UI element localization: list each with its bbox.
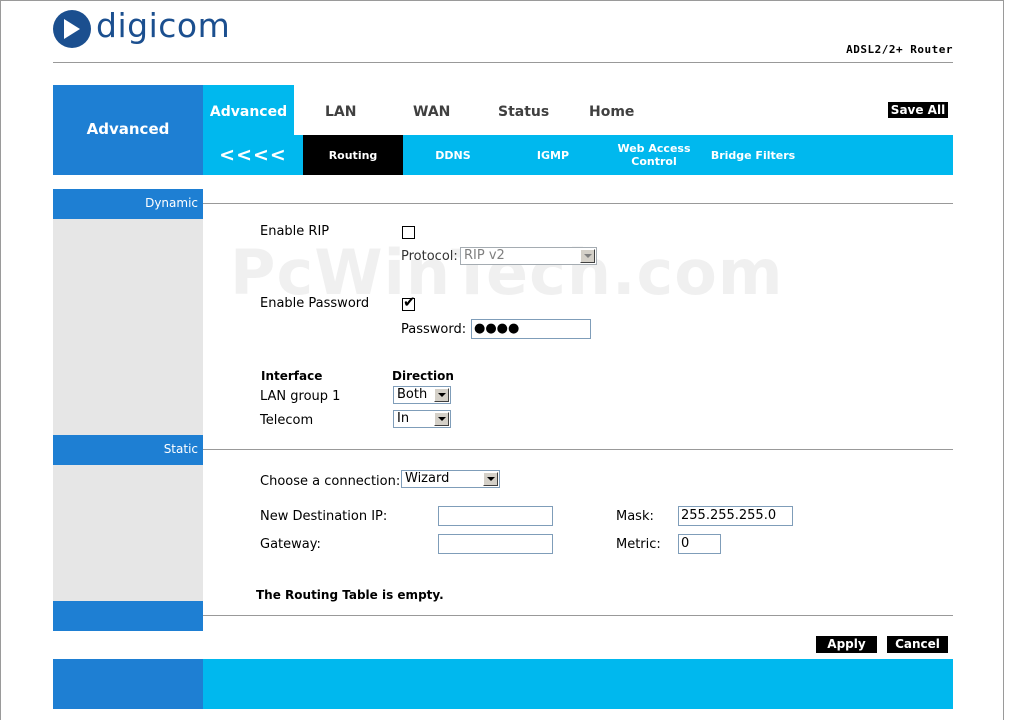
direction-header: Direction	[392, 369, 454, 383]
interface-name: Telecom	[260, 413, 314, 428]
bottom-divider	[203, 615, 953, 616]
subtab-web-access-control[interactable]: Web Access Control	[603, 135, 705, 175]
dynamic-divider	[203, 203, 953, 204]
direction-select-value: In	[397, 411, 410, 426]
chevron-down-icon	[434, 388, 449, 402]
connection-select-value: Wizard	[405, 471, 450, 486]
save-all-button[interactable]: Save All	[888, 102, 948, 118]
interface-name: LAN group 1	[260, 389, 341, 404]
gateway-label: Gateway:	[260, 537, 321, 552]
destination-ip-input[interactable]	[438, 506, 553, 526]
enable-password-label: Enable Password	[260, 296, 370, 311]
sidebar-header-dynamic: Dynamic	[53, 189, 203, 219]
nav-section-label: Advanced	[86, 120, 170, 138]
tab-advanced-label[interactable]: Advanced	[203, 104, 294, 120]
protocol-select-value: RIP v2	[464, 248, 505, 263]
password-input[interactable]: ●●●●	[471, 319, 591, 339]
choose-connection-label: Choose a connection:	[260, 474, 401, 489]
chevron-down-icon	[580, 249, 595, 263]
brand-logo-text: digicom	[96, 6, 231, 45]
product-subtitle: ADSL2/2+ Router	[846, 43, 953, 56]
enable-rip-label: Enable RIP	[260, 224, 330, 239]
window-border-left	[0, 0, 1, 720]
destination-ip-label: New Destination IP:	[260, 509, 388, 524]
routing-table-message: The Routing Table is empty.	[256, 588, 444, 602]
mask-label: Mask:	[616, 509, 654, 524]
chevron-down-icon	[483, 472, 498, 486]
tab-wan[interactable]: WAN	[413, 104, 450, 120]
interface-header: Interface	[261, 369, 323, 383]
subtab-bridge-filters[interactable]: Bridge Filters	[703, 135, 803, 175]
protocol-select[interactable]: RIP v2	[460, 247, 597, 265]
subtab-ddns[interactable]: DDNS	[403, 135, 503, 175]
subnav-back-button[interactable]: <<<<	[203, 135, 303, 175]
subtab-routing[interactable]: Routing	[303, 135, 403, 175]
sidebar-panel	[53, 189, 203, 631]
apply-button[interactable]: Apply	[816, 636, 877, 653]
direction-select-value: Both	[397, 387, 428, 402]
sidebar-footer-block	[53, 601, 203, 631]
tab-home[interactable]: Home	[589, 104, 634, 120]
subtab-igmp[interactable]: IGMP	[503, 135, 603, 175]
sidebar-header-static: Static	[53, 435, 203, 465]
enable-rip-checkbox[interactable]	[402, 226, 415, 239]
header-divider	[53, 62, 953, 63]
mask-input[interactable]: 255.255.255.0	[678, 506, 793, 526]
scrollbar-track[interactable]	[1003, 0, 1022, 720]
tab-status[interactable]: Status	[498, 104, 549, 120]
chevron-down-icon	[434, 412, 449, 426]
metric-input[interactable]: 0	[678, 534, 721, 554]
cancel-button[interactable]: Cancel	[887, 636, 948, 653]
tab-lan[interactable]: LAN	[325, 104, 356, 120]
window-border-top	[0, 0, 1022, 1]
footer-block-right	[203, 659, 953, 709]
enable-password-checkbox[interactable]: ✔	[402, 293, 416, 311]
checkmark-icon: ✔	[403, 293, 416, 311]
protocol-label: Protocol:	[401, 249, 458, 264]
static-divider	[203, 449, 953, 450]
footer-block-left	[53, 659, 203, 709]
gateway-input[interactable]	[438, 534, 553, 554]
password-label: Password:	[401, 322, 467, 337]
digicom-logo-icon	[53, 10, 91, 48]
connection-select[interactable]: Wizard	[401, 470, 500, 488]
metric-label: Metric:	[616, 537, 661, 552]
direction-select[interactable]: In	[393, 410, 451, 428]
direction-select[interactable]: Both	[393, 386, 451, 404]
